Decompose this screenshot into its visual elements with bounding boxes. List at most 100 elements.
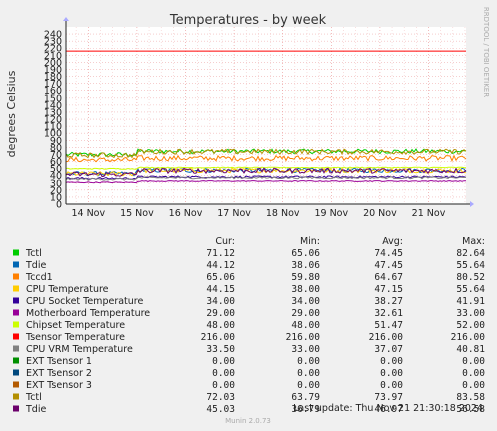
legend-value: 0.00 (462, 368, 485, 379)
legend-swatch (13, 369, 19, 376)
legend-series-name: EXT Tsensor 2 (26, 368, 92, 379)
legend-swatch (13, 381, 19, 388)
legend-value: 83.58 (456, 392, 485, 403)
legend-swatch (13, 321, 19, 328)
legend-series-name: EXT Tsensor 3 (26, 380, 92, 391)
y-tick-label: 240 (44, 30, 62, 41)
y-tick-labels: 0102030405060708090100110120130140150160… (44, 30, 62, 211)
legend-series-name: CPU Temperature (26, 284, 109, 295)
legend-swatch (13, 405, 19, 412)
legend-column-header: Min: (300, 236, 320, 247)
legend-value: 74.45 (374, 248, 403, 259)
x-tick-label: 16 Nov (169, 208, 203, 219)
legend-series-name: Tsensor Temperature (25, 332, 125, 343)
x-tick-label: 19 Nov (314, 208, 348, 219)
legend-series-name: Chipset Temperature (26, 320, 125, 331)
legend-value: 216.00 (369, 332, 404, 343)
legend-swatch (13, 261, 19, 268)
x-tick-label: 17 Nov (217, 208, 251, 219)
legend-value: 82.64 (456, 248, 485, 259)
chart-title: Temperatures - by week (169, 13, 327, 28)
legend-value: 48.00 (206, 320, 235, 331)
legend-value: 44.15 (206, 284, 235, 295)
legend-value: 32.61 (374, 308, 403, 319)
legend-value: 55.64 (456, 260, 485, 271)
legend-table: Cur: Min: Avg: Max: Tctl 71.12 65.06 74.45 82.64… (13, 236, 485, 415)
legend-column-header: Avg: (382, 236, 403, 247)
x-tick-label: 20 Nov (363, 208, 397, 219)
legend-value: 0.00 (297, 380, 320, 391)
legend-value: 38.27 (374, 296, 403, 307)
legend-value: 216.00 (451, 332, 486, 343)
legend-series-name: Tdie (25, 404, 46, 415)
legend-swatch (13, 393, 19, 400)
legend-value: 33.50 (206, 344, 235, 355)
legend-value: 33.00 (456, 308, 485, 319)
legend-swatch (13, 345, 19, 352)
legend-value: 44.12 (206, 260, 235, 271)
legend-value: 0.00 (462, 356, 485, 367)
x-tick-label: 15 Nov (120, 208, 154, 219)
legend-value: 45.03 (206, 404, 235, 415)
legend-value: 47.15 (374, 284, 403, 295)
legend-value: 40.81 (456, 344, 485, 355)
legend-value: 37.07 (374, 344, 403, 355)
legend-value: 63.79 (291, 392, 320, 403)
y-axis-arrow (63, 17, 69, 21)
legend-value: 55.64 (456, 284, 485, 295)
legend-value: 71.12 (206, 248, 235, 259)
legend-column-header: Cur: (215, 236, 235, 247)
legend-value: 0.00 (297, 368, 320, 379)
legend-series-name: EXT Tsensor 1 (26, 356, 92, 367)
x-axis-arrow (470, 201, 474, 207)
legend-column-header: Max: (462, 236, 485, 247)
legend-value: 0.00 (212, 380, 235, 391)
legend-series-name: Tccd1 (25, 272, 53, 283)
legend-swatch (13, 249, 19, 256)
legend-value: 59.80 (291, 272, 320, 283)
legend-series-name: Motherboard Temperature (26, 308, 150, 319)
legend-value: 38.00 (291, 284, 320, 295)
legend-series-name: Tctl (25, 392, 42, 403)
legend-value: 0.00 (462, 380, 485, 391)
legend-series-name: Tctl (25, 248, 42, 259)
legend-swatch (13, 273, 19, 280)
legend-value: 29.00 (291, 308, 320, 319)
legend-value: 216.00 (286, 332, 321, 343)
legend-value: 0.00 (380, 368, 403, 379)
x-tick-label: 21 Nov (412, 208, 446, 219)
legend-series-name: Tdie (25, 260, 46, 271)
legend-swatch (13, 357, 19, 364)
x-tick-label: 18 Nov (266, 208, 300, 219)
temperature-chart: Temperatures - by week degrees Celsius R… (5, 7, 490, 425)
legend-value: 73.97 (374, 392, 403, 403)
legend-value: 29.00 (206, 308, 235, 319)
legend-value: 0.00 (380, 380, 403, 391)
legend-value: 65.06 (291, 248, 320, 259)
y-axis-label: degrees Celsius (5, 70, 18, 157)
legend-value: 34.00 (206, 296, 235, 307)
legend-value: 72.03 (206, 392, 235, 403)
x-tick-label: 14 Nov (71, 208, 105, 219)
legend-value: 47.45 (374, 260, 403, 271)
legend-value: 41.91 (456, 296, 485, 307)
legend-value: 0.00 (297, 356, 320, 367)
legend-value: 64.67 (374, 272, 403, 283)
legend-value: 80.52 (456, 272, 485, 283)
legend-value: 52.00 (456, 320, 485, 331)
legend-swatch (13, 309, 19, 316)
legend-value: 0.00 (212, 368, 235, 379)
legend-series-name: CPU VRM Temperature (26, 344, 133, 355)
legend-value: 0.00 (380, 356, 403, 367)
last-update: Last update: Thu Nov 21 21:30:18 2024 (293, 403, 483, 414)
rrdtool-credit: RRDTOOL / TOBI OETIKER (482, 7, 490, 97)
legend-swatch (13, 285, 19, 292)
x-tick-labels: 14 Nov 15 Nov 16 Nov 17 Nov 18 Nov 19 Nov 20 N… (71, 208, 445, 219)
legend-value: 65.06 (206, 272, 235, 283)
legend-value: 34.00 (291, 296, 320, 307)
legend-value: 48.00 (291, 320, 320, 331)
legend-value: 51.47 (374, 320, 403, 331)
legend-series-name: CPU Socket Temperature (26, 296, 143, 307)
legend-value: 0.00 (212, 356, 235, 367)
legend-value: 33.00 (291, 344, 320, 355)
